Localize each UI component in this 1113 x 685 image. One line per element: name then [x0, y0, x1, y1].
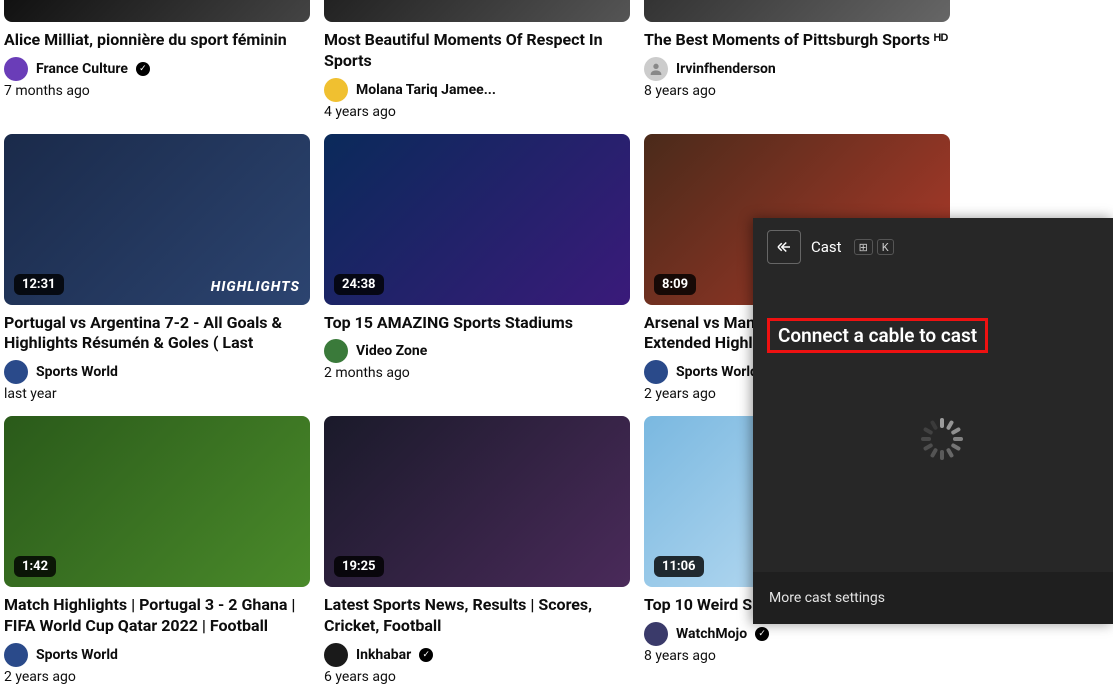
- video-age: 6 years ago: [324, 669, 630, 685]
- cast-shortcut: ⊞ K: [854, 239, 894, 255]
- video-duration: 19:25: [334, 556, 384, 577]
- channel-row[interactable]: Video Zone: [324, 339, 630, 363]
- video-title: Match Highlights | Portugal 3 - 2 Ghana …: [4, 595, 310, 637]
- channel-row[interactable]: WatchMojo ✓: [644, 622, 950, 646]
- cast-header: Cast ⊞ K: [753, 218, 1113, 276]
- channel-name[interactable]: Video Zone: [356, 343, 427, 359]
- video-card[interactable]: 12:31 HIGHLIGHTS Portugal vs Argentina 7…: [4, 134, 310, 403]
- channel-name[interactable]: Sports World: [36, 364, 118, 380]
- arrow-left-icon: [775, 238, 793, 256]
- channel-row[interactable]: Molana Tariq Jamee...: [324, 78, 630, 102]
- loading-spinner-icon: [921, 418, 963, 460]
- video-age: 4 years ago: [324, 104, 630, 120]
- channel-row[interactable]: Inkhabar ✓: [324, 643, 630, 667]
- windows-key-icon: ⊞: [854, 239, 873, 255]
- video-thumbnail[interactable]: 24:38: [324, 134, 630, 305]
- channel-avatar[interactable]: [324, 339, 348, 363]
- cast-title: Cast: [811, 238, 842, 256]
- video-card[interactable]: Alice Milliat, pionnière du sport fémini…: [4, 0, 310, 120]
- video-age: 2 months ago: [324, 365, 630, 381]
- video-thumbnail[interactable]: [644, 0, 950, 22]
- verified-icon: ✓: [136, 62, 150, 76]
- video-thumbnail[interactable]: [4, 0, 310, 22]
- video-age: 8 years ago: [644, 83, 950, 99]
- channel-avatar[interactable]: [324, 78, 348, 102]
- channel-avatar[interactable]: [4, 643, 28, 667]
- video-thumbnail[interactable]: 19:25: [324, 416, 630, 587]
- video-age: 7 months ago: [4, 83, 310, 99]
- video-title: Portugal vs Argentina 7-2 - All Goals & …: [4, 313, 310, 355]
- shortcut-key: K: [877, 239, 894, 255]
- video-age: 8 years ago: [644, 648, 950, 664]
- channel-avatar[interactable]: [4, 360, 28, 384]
- video-card[interactable]: 19:25 Latest Sports News, Results | Scor…: [324, 416, 630, 685]
- video-title: Alice Milliat, pionnière du sport fémini…: [4, 30, 310, 51]
- video-card[interactable]: The Best Moments of Pittsburgh Sports ᴴᴰ…: [644, 0, 950, 120]
- video-duration: 1:42: [14, 556, 56, 577]
- verified-icon: ✓: [755, 627, 769, 641]
- video-title: Most Beautiful Moments Of Respect In Spo…: [324, 30, 630, 72]
- video-thumbnail[interactable]: [324, 0, 630, 22]
- channel-name[interactable]: France Culture: [36, 61, 128, 77]
- video-thumbnail[interactable]: 12:31 HIGHLIGHTS: [4, 134, 310, 305]
- video-card[interactable]: 1:42 Match Highlights | Portugal 3 - 2 G…: [4, 416, 310, 685]
- channel-avatar[interactable]: [644, 622, 668, 646]
- channel-row[interactable]: Sports World: [4, 643, 310, 667]
- channel-name[interactable]: WatchMojo: [676, 626, 747, 642]
- channel-avatar[interactable]: [644, 360, 668, 384]
- channel-name[interactable]: Sports World: [36, 647, 118, 663]
- video-duration: 12:31: [14, 274, 64, 295]
- channel-name[interactable]: Sports World: [676, 364, 758, 380]
- channel-avatar[interactable]: [4, 57, 28, 81]
- verified-icon: ✓: [419, 648, 433, 662]
- video-age: 2 years ago: [4, 669, 310, 685]
- channel-row[interactable]: Sports World: [4, 360, 310, 384]
- cast-panel: Cast ⊞ K Connect a cable to cast More ca…: [753, 218, 1113, 624]
- channel-name[interactable]: Inkhabar: [356, 647, 411, 663]
- channel-row[interactable]: France Culture ✓: [4, 57, 310, 81]
- video-title: Top 15 AMAZING Sports Stadiums: [324, 313, 630, 334]
- video-duration: 24:38: [334, 274, 384, 295]
- channel-avatar[interactable]: [324, 643, 348, 667]
- back-button[interactable]: [767, 230, 801, 264]
- video-title: The Best Moments of Pittsburgh Sports ᴴᴰ: [644, 30, 950, 51]
- channel-name[interactable]: Irvinfhenderson: [676, 61, 776, 77]
- channel-row[interactable]: Irvinfhenderson: [644, 57, 950, 81]
- video-card[interactable]: 24:38 Top 15 AMAZING Sports Stadiums Vid…: [324, 134, 630, 403]
- more-cast-settings-button[interactable]: More cast settings: [753, 572, 1113, 624]
- video-duration: 11:06: [654, 556, 704, 577]
- video-age: last year: [4, 386, 310, 402]
- video-card[interactable]: Most Beautiful Moments Of Respect In Spo…: [324, 0, 630, 120]
- channel-avatar[interactable]: [644, 57, 668, 81]
- video-title: Latest Sports News, Results | Scores, Cr…: [324, 595, 630, 637]
- video-duration: 8:09: [654, 274, 696, 295]
- cast-message: Connect a cable to cast: [767, 318, 988, 353]
- highlights-badge: HIGHLIGHTS: [211, 279, 300, 295]
- video-thumbnail[interactable]: 1:42: [4, 416, 310, 587]
- channel-name[interactable]: Molana Tariq Jamee...: [356, 82, 496, 98]
